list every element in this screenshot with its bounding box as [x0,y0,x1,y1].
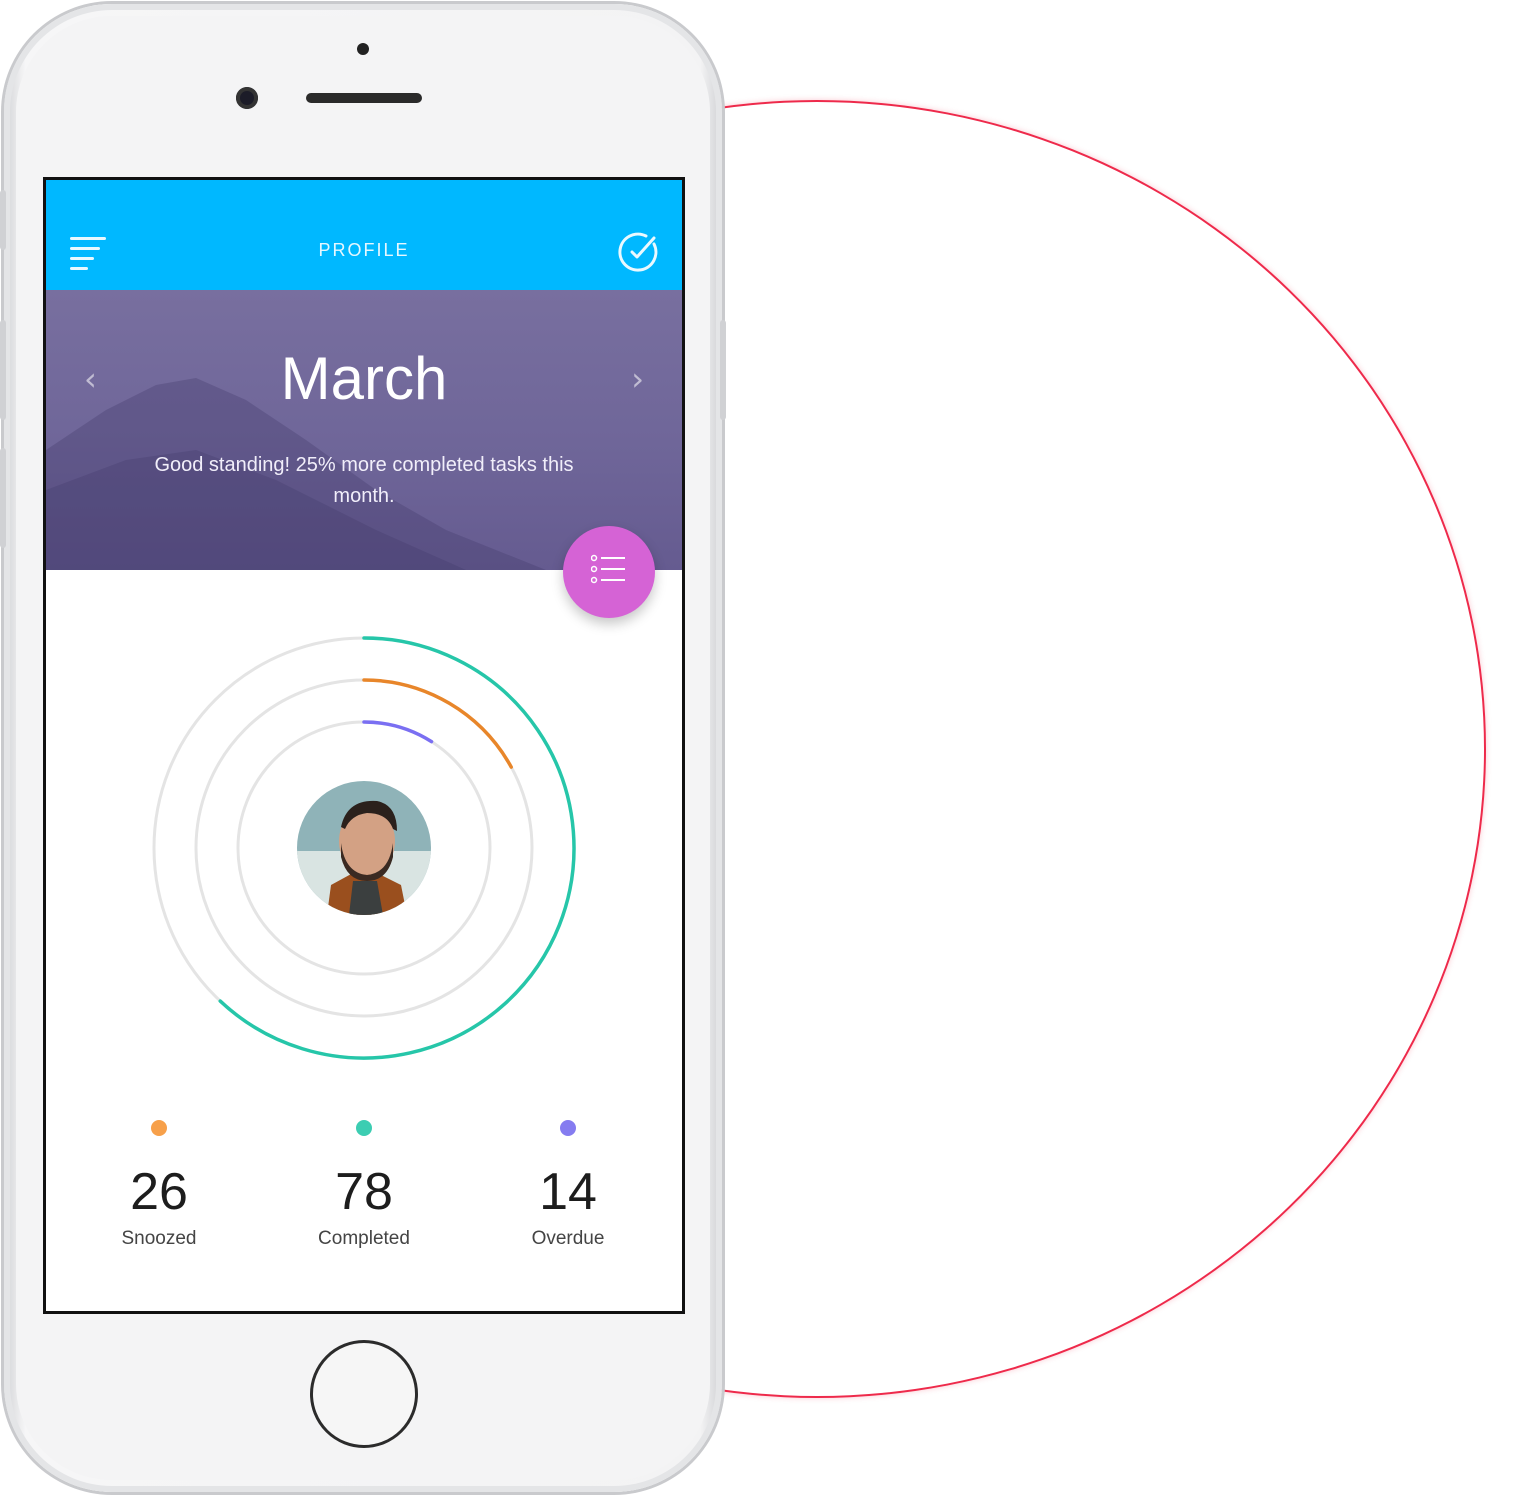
completed-dot [356,1120,372,1136]
power-button [720,320,726,420]
standing-message: Good standing! 25% more completed tasks … [154,454,574,507]
completed-count: 78 [335,1163,393,1221]
volume-down-button [0,448,6,548]
snoozed-dot [151,1120,167,1136]
home-button[interactable] [310,1340,418,1448]
month-title: March [280,345,448,412]
check-circle-icon[interactable] [616,230,660,274]
snoozed-label: Snoozed [121,1228,197,1249]
stats-row: 26 Snoozed 78 Completed 14 Overdue [46,1120,682,1280]
volume-up-button [0,320,6,420]
completed-label: Completed [318,1228,410,1249]
proximity-sensor [357,43,369,55]
top-bar: PROFILE [46,180,682,290]
stat-overdue: 14 Overdue [468,1120,668,1250]
next-month-button[interactable]: › [631,360,644,398]
ring-progress-overdue [362,720,434,744]
earpiece-speaker [306,93,422,103]
page-title: PROFILE [318,240,410,260]
overdue-dot [560,1120,576,1136]
snoozed-count: 26 [130,1163,188,1221]
avatar-photo [297,781,431,915]
list-icon [591,554,625,584]
month-banner: ‹ March › Good standing! 25% more comple… [46,290,682,570]
mountain-background [46,378,546,570]
stat-snoozed: 26 Snoozed [59,1120,259,1250]
list-fab-button[interactable] [563,526,655,618]
mute-switch [0,190,6,250]
avatar[interactable] [297,781,431,915]
stat-completed: 78 Completed [264,1120,464,1250]
front-camera [236,87,258,109]
overdue-count: 14 [539,1163,597,1221]
overdue-label: Overdue [531,1228,605,1249]
app-screen: PROFILE ‹ March › Good standing! 25% mor… [43,177,685,1314]
